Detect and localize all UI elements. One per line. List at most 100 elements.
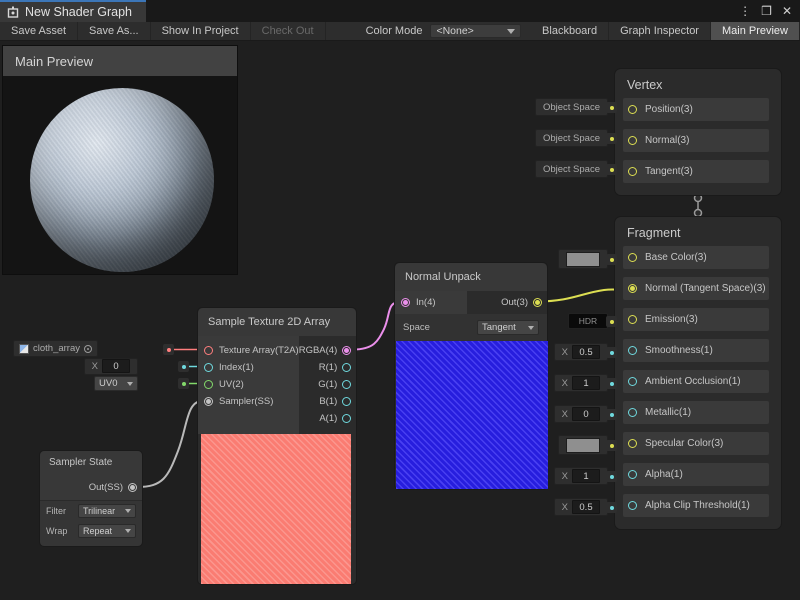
alpha-value-field[interactable]: 1: [572, 469, 600, 483]
color-swatch[interactable]: [566, 438, 600, 453]
fragment-slot-metallic[interactable]: Metallic(1): [623, 401, 769, 424]
g-output[interactable]: G(1): [299, 376, 357, 393]
index-port[interactable]: [204, 363, 213, 372]
alpha-clip-value-badge[interactable]: X 0.5: [554, 498, 608, 516]
out-ss-port[interactable]: [128, 483, 137, 492]
specular-color-port[interactable]: [628, 439, 637, 448]
graph-canvas[interactable]: Vertex Position(3) Normal(3) Tangent(3) …: [0, 41, 800, 600]
index-value-field[interactable]: 0: [102, 359, 130, 373]
texture-array-port[interactable]: [204, 346, 213, 355]
base-color-stub: [606, 254, 617, 265]
fragment-slot-specular-color[interactable]: Specular Color(3): [623, 432, 769, 455]
ambient-occlusion-port[interactable]: [628, 377, 637, 386]
wrap-dropdown[interactable]: Repeat: [78, 524, 136, 538]
x-prefix: X: [562, 378, 568, 389]
show-in-project-button[interactable]: Show In Project: [151, 22, 251, 40]
vertex-node[interactable]: Vertex Position(3) Normal(3) Tangent(3): [614, 68, 782, 196]
alpha-value-badge[interactable]: X 1: [554, 467, 608, 485]
rgba-port[interactable]: [342, 346, 351, 355]
emission-hdr-badge[interactable]: HDR: [568, 313, 608, 329]
a-output[interactable]: A(1): [299, 410, 357, 427]
metallic-value-badge[interactable]: X 0: [554, 405, 608, 423]
color-mode-label: Color Mode: [360, 25, 429, 37]
emission-port[interactable]: [628, 315, 637, 324]
texture-asset-icon: [19, 344, 29, 354]
graph-inspector-toggle[interactable]: Graph Inspector: [609, 22, 711, 40]
save-asset-button[interactable]: Save Asset: [0, 22, 78, 40]
filter-dropdown[interactable]: Trilinear: [78, 504, 136, 518]
position-space-badge[interactable]: Object Space: [535, 98, 608, 116]
sample-texture-2d-array-node[interactable]: Sample Texture 2D Array Texture Array(T2…: [197, 307, 357, 585]
index-value-badge[interactable]: X 0: [84, 358, 138, 375]
index-input[interactable]: Index(1): [198, 359, 299, 376]
fragment-slot-smoothness[interactable]: Smoothness(1): [623, 339, 769, 362]
fragment-node[interactable]: Fragment Base Color(3) Normal (Tangent S…: [614, 216, 782, 530]
ambient-occlusion-value-field[interactable]: 1: [572, 376, 600, 390]
tangent-space-badge[interactable]: Object Space: [535, 160, 608, 178]
rgba-output[interactable]: RGBA(4): [299, 342, 357, 359]
position-port[interactable]: [628, 105, 637, 114]
metallic-port[interactable]: [628, 408, 637, 417]
fragment-slot-emission[interactable]: Emission(3): [623, 308, 769, 331]
asset-tab[interactable]: New Shader Graph: [0, 0, 146, 22]
normal-port[interactable]: [628, 136, 637, 145]
close-icon[interactable]: ✕: [782, 5, 792, 17]
main-preview-panel[interactable]: Main Preview: [2, 45, 238, 275]
save-as-button[interactable]: Save As...: [78, 22, 151, 40]
normal-space-badge[interactable]: Object Space: [535, 129, 608, 147]
uv-port[interactable]: [204, 380, 213, 389]
main-preview-toggle[interactable]: Main Preview: [711, 22, 800, 40]
smoothness-value-badge[interactable]: X 0.5: [554, 343, 608, 361]
base-color-port[interactable]: [628, 253, 637, 262]
filter-label: Filter: [46, 506, 66, 516]
alpha-port[interactable]: [628, 470, 637, 479]
blackboard-toggle[interactable]: Blackboard: [531, 22, 609, 40]
color-swatch[interactable]: [566, 252, 600, 267]
specular-color-swatch-badge[interactable]: [558, 435, 608, 455]
normal-unpack-out[interactable]: Out(3): [467, 291, 547, 314]
uv-input[interactable]: UV(2): [198, 376, 299, 393]
sampler-state-out[interactable]: Out(SS): [40, 474, 142, 501]
out3-port[interactable]: [533, 298, 542, 307]
sampler-port[interactable]: [204, 397, 213, 406]
uv-channel-dropdown[interactable]: UV0: [94, 376, 138, 391]
uv-stub: [178, 378, 189, 389]
normal-unpack-in[interactable]: In(4): [395, 291, 467, 314]
sampler-input[interactable]: Sampler(SS): [198, 393, 299, 410]
main-preview-header[interactable]: Main Preview: [3, 46, 237, 76]
normal-unpack-node[interactable]: Normal Unpack In(4) Out(3) Space Tangent: [394, 262, 548, 490]
vertex-slot-position[interactable]: Position(3): [623, 98, 769, 121]
in4-port[interactable]: [401, 298, 410, 307]
a-port[interactable]: [342, 414, 351, 423]
color-mode-dropdown[interactable]: <None>: [430, 24, 521, 38]
x-prefix: X: [562, 502, 568, 513]
g-port[interactable]: [342, 380, 351, 389]
normal-ts-port[interactable]: [628, 284, 637, 293]
smoothness-port[interactable]: [628, 346, 637, 355]
edge-samplerstate-to-sampler[interactable]: [137, 401, 204, 488]
fragment-slot-ambient-occlusion[interactable]: Ambient Occlusion(1): [623, 370, 769, 393]
fragment-slot-alpha[interactable]: Alpha(1): [623, 463, 769, 486]
fragment-slot-alpha-clip[interactable]: Alpha Clip Threshold(1): [623, 494, 769, 517]
smoothness-value-field[interactable]: 0.5: [572, 345, 600, 359]
metallic-value-field[interactable]: 0: [572, 407, 600, 421]
ambient-occlusion-value-badge[interactable]: X 1: [554, 374, 608, 392]
tangent-port[interactable]: [628, 167, 637, 176]
maximize-icon[interactable]: ❒: [761, 5, 772, 17]
alpha-clip-value-field[interactable]: 0.5: [572, 500, 600, 514]
r-port[interactable]: [342, 363, 351, 372]
fragment-slot-normal-ts[interactable]: Normal (Tangent Space)(3): [623, 277, 769, 300]
r-output[interactable]: R(1): [299, 359, 357, 376]
alpha-clip-port[interactable]: [628, 501, 637, 510]
base-color-swatch-badge[interactable]: [558, 249, 608, 269]
sampler-state-node[interactable]: Sampler State Out(SS) Filter Trilinear W…: [39, 450, 143, 547]
b-output[interactable]: B(1): [299, 393, 357, 410]
cloth-array-badge[interactable]: cloth_array: [13, 340, 98, 357]
space-dropdown[interactable]: Tangent: [477, 320, 539, 335]
fragment-slot-base-color[interactable]: Base Color(3): [623, 246, 769, 269]
b-port[interactable]: [342, 397, 351, 406]
vertex-slot-tangent[interactable]: Tangent(3): [623, 160, 769, 183]
vertex-slot-normal[interactable]: Normal(3): [623, 129, 769, 152]
texture-array-input[interactable]: Texture Array(T2A): [198, 342, 299, 359]
menu-icon[interactable]: ⋮: [739, 5, 751, 17]
